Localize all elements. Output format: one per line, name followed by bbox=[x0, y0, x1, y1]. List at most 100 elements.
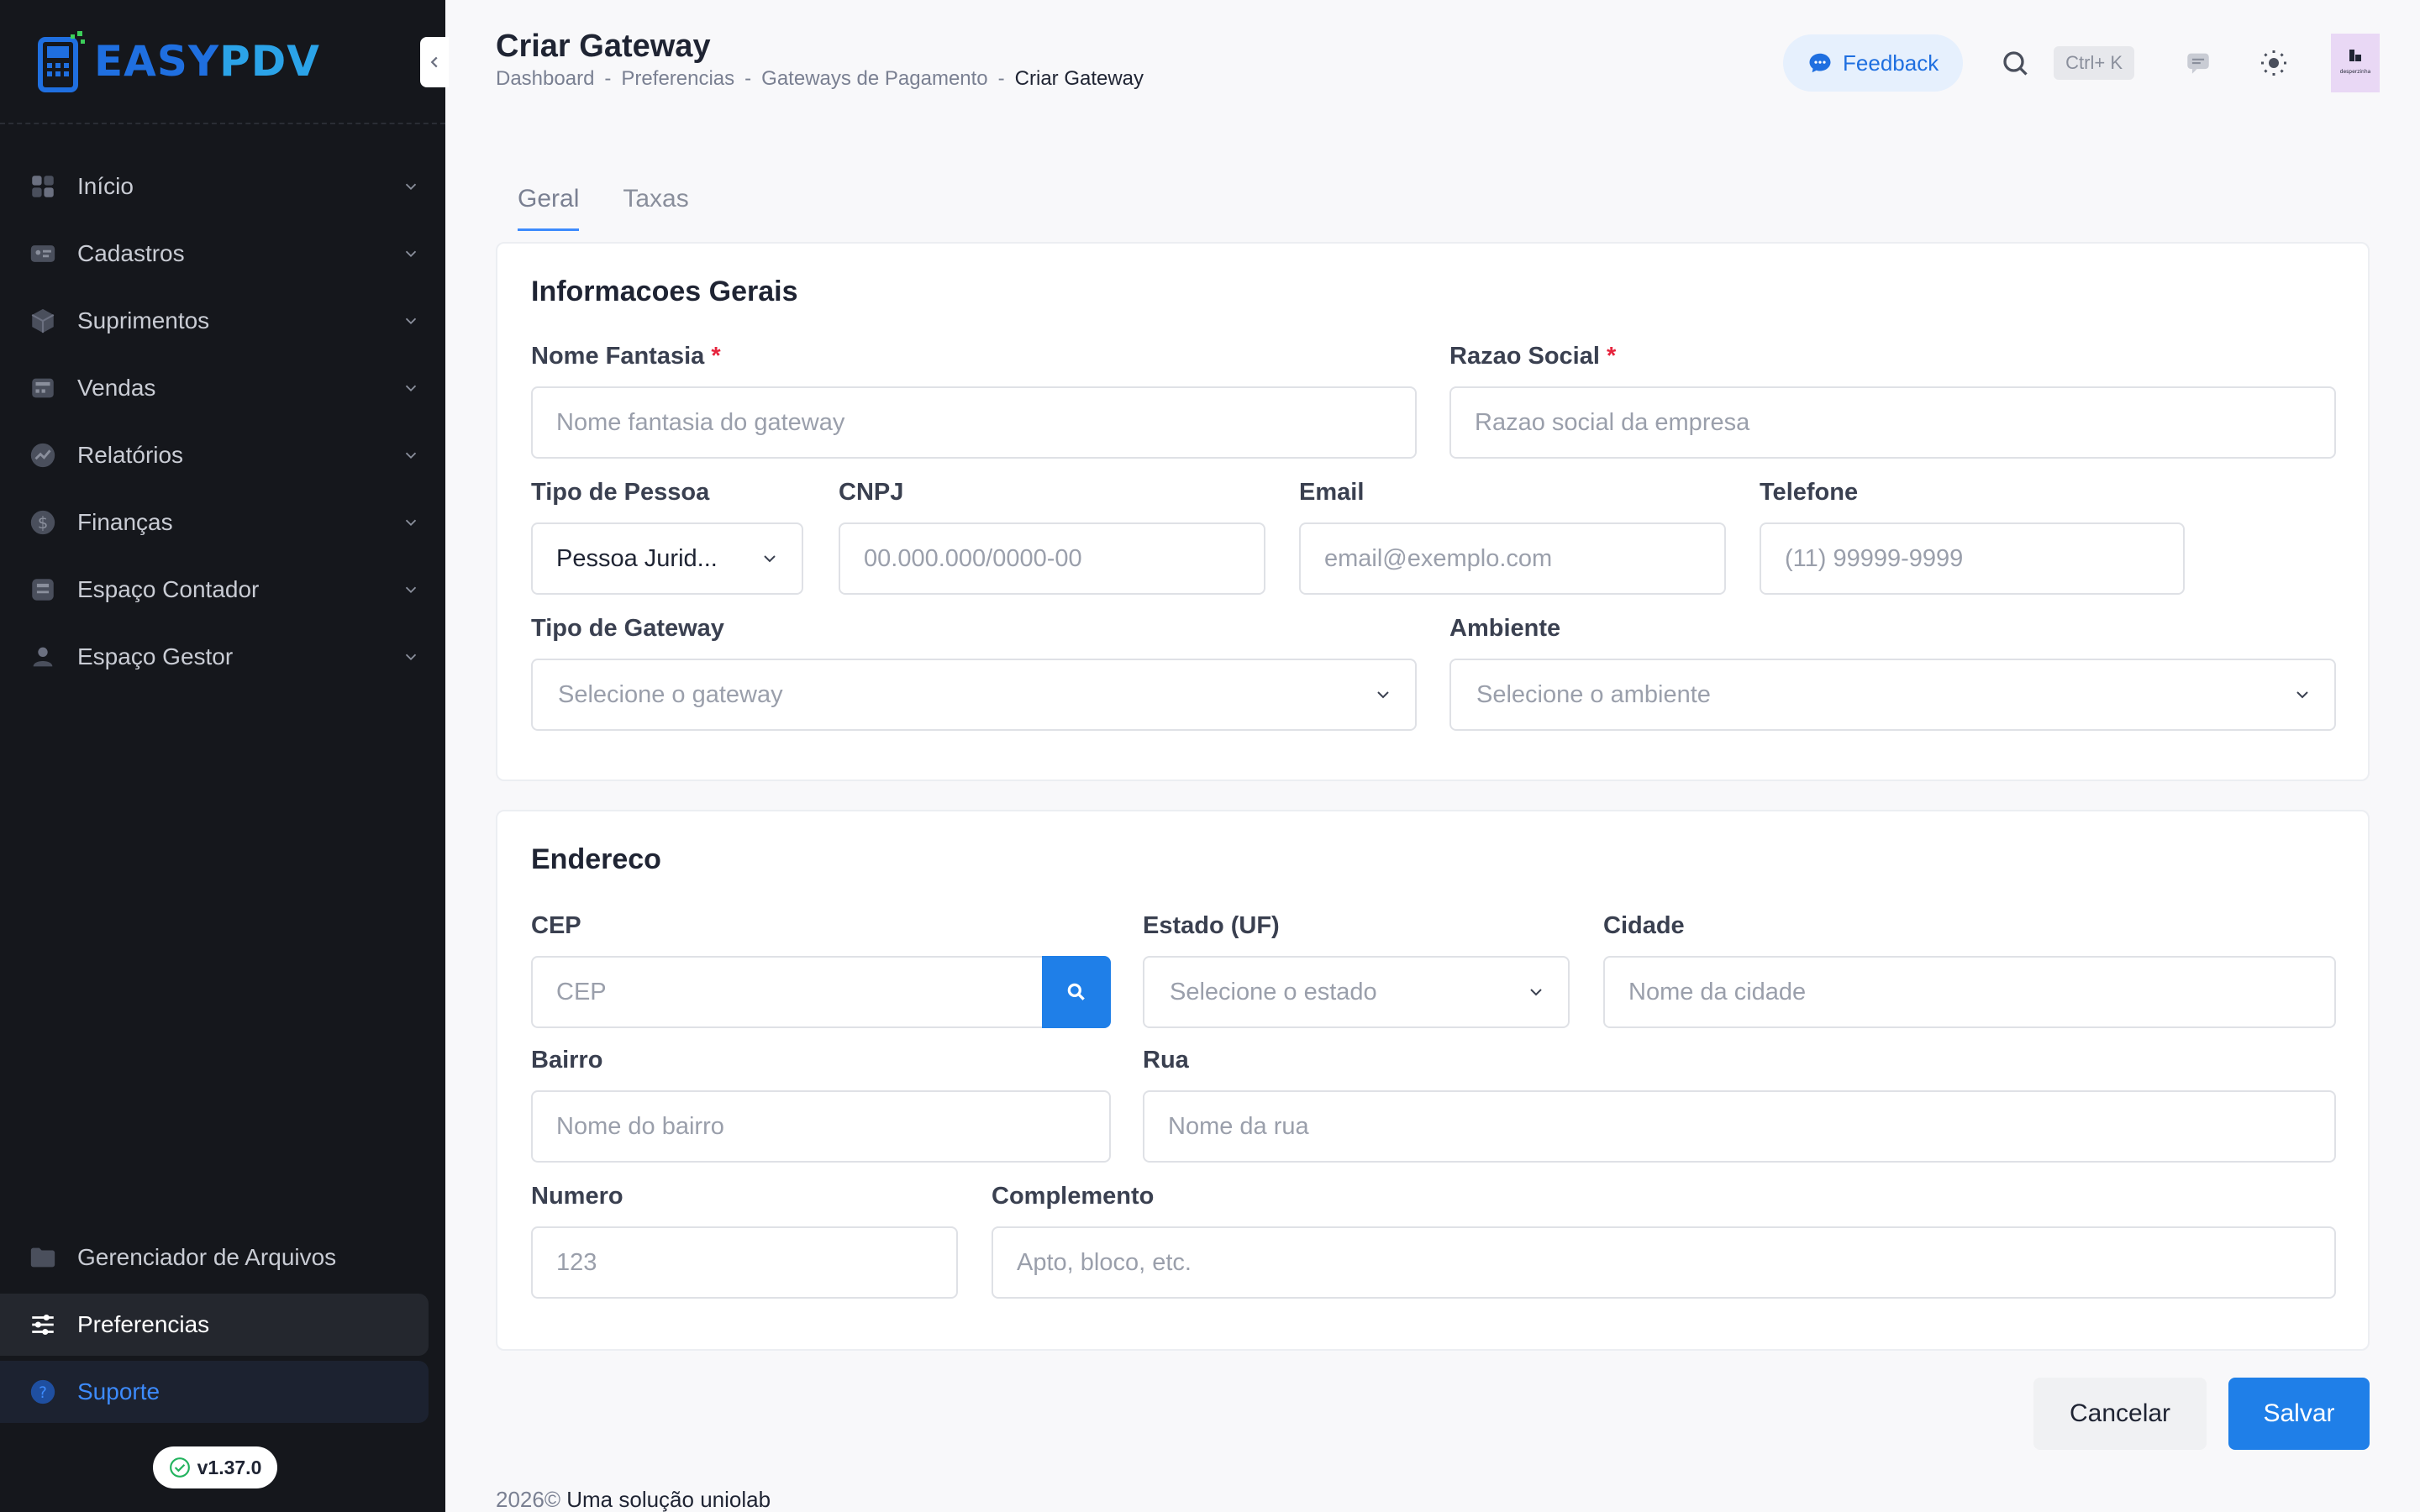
razao-social-input[interactable]: Razao social da empresa bbox=[1449, 386, 2336, 459]
numero-input[interactable]: 123 bbox=[531, 1226, 958, 1299]
box-icon bbox=[29, 307, 57, 335]
sidebar-item-label: Suprimentos bbox=[77, 307, 210, 333]
cnpj-input[interactable]: 00.000.000/0000-00 bbox=[839, 522, 1265, 595]
sidebar-item-label: Finanças bbox=[77, 509, 173, 535]
chevron-down-icon bbox=[405, 318, 417, 325]
breadcrumb-separator: - bbox=[744, 67, 752, 90]
help-icon: ? bbox=[29, 1378, 57, 1406]
register-icon bbox=[29, 374, 57, 402]
sidebar-item-espaco-contador[interactable]: Espaço Contador bbox=[0, 556, 445, 623]
chevron-down-icon bbox=[1530, 989, 1542, 996]
nome-fantasia-input[interactable]: Nome fantasia do gateway bbox=[531, 386, 1417, 459]
message-icon bbox=[2187, 53, 2209, 74]
save-button[interactable]: Salvar bbox=[2228, 1378, 2370, 1450]
svg-text:desperzinha: desperzinha bbox=[2340, 69, 2371, 75]
razao-social-label: Razao Social * bbox=[1449, 343, 1616, 370]
avatar[interactable]: desperzinha bbox=[2331, 34, 2380, 92]
feedback-button[interactable]: Feedback bbox=[1783, 34, 1964, 92]
required-mark: * bbox=[1606, 343, 1617, 370]
breadcrumb-dashboard[interactable]: Dashboard bbox=[496, 67, 594, 91]
sidebar-item-inicio[interactable]: Início bbox=[0, 153, 445, 220]
tab-geral[interactable]: Geral bbox=[518, 185, 580, 231]
select-placeholder: Selecione o estado bbox=[1170, 978, 1377, 1005]
tipo-gateway-select[interactable]: Selecione o gateway bbox=[531, 659, 1417, 731]
sidebar-item-vendas[interactable]: Vendas bbox=[0, 354, 445, 422]
chevron-down-icon bbox=[405, 654, 417, 661]
select-placeholder: Selecione o ambiente bbox=[1476, 680, 1711, 708]
top-header: Criar Gateway Dashboard - Preferencias -… bbox=[445, 0, 2420, 109]
brand-part-easy: EASY bbox=[94, 37, 220, 86]
sidebar-item-financas[interactable]: $ Finanças bbox=[0, 489, 445, 556]
sidebar-bottom-nav: Gerenciador de Arquivos Preferencias ? S… bbox=[0, 1226, 445, 1428]
sidebar-item-gerenciador-arquivos[interactable]: Gerenciador de Arquivos bbox=[0, 1226, 429, 1289]
pos-terminal-icon bbox=[38, 31, 85, 92]
sidebar-item-label: Espaço Contador bbox=[77, 576, 260, 602]
breadcrumb-separator: - bbox=[997, 67, 1005, 90]
telefone-label: Telefone bbox=[1760, 479, 1859, 506]
brand-name: EASYPDV bbox=[94, 37, 320, 86]
sidebar-item-label: Cadastros bbox=[77, 240, 185, 266]
email-label: Email bbox=[1299, 479, 1365, 506]
sidebar-item-label: Preferencias bbox=[77, 1311, 210, 1337]
check-circle-icon bbox=[169, 1457, 190, 1478]
user-pin-icon bbox=[29, 643, 57, 671]
select-placeholder: Selecione o gateway bbox=[558, 680, 783, 708]
breadcrumb-preferencias[interactable]: Preferencias bbox=[621, 67, 734, 91]
version-badge: v1.37.0 bbox=[153, 1446, 277, 1488]
search-button[interactable] bbox=[1996, 45, 2033, 81]
chevron-down-icon bbox=[2296, 691, 2308, 699]
sidebar-item-label: Início bbox=[77, 173, 134, 199]
id-card-icon bbox=[29, 239, 57, 268]
chat-bubble-icon bbox=[1809, 53, 1831, 73]
chevron-down-icon bbox=[405, 183, 417, 191]
estado-select[interactable]: Selecione o estado bbox=[1143, 956, 1570, 1028]
chevron-down-icon bbox=[405, 586, 417, 594]
sidebar-item-suprimentos[interactable]: Suprimentos bbox=[0, 287, 445, 354]
chevron-down-icon bbox=[405, 519, 417, 527]
sidebar-item-suporte[interactable]: ? Suporte bbox=[0, 1361, 429, 1423]
bairro-input[interactable]: Nome do bairro bbox=[531, 1090, 1111, 1163]
label-text: Nome Fantasia bbox=[531, 343, 705, 370]
sun-icon bbox=[2261, 50, 2286, 76]
sidebar-item-relatorios[interactable]: Relatórios bbox=[0, 422, 445, 489]
shortcut-hint: Ctrl+ K bbox=[2054, 46, 2134, 80]
ambiente-select[interactable]: Selecione o ambiente bbox=[1449, 659, 2336, 731]
numero-label: Numero bbox=[531, 1183, 623, 1210]
tipo-pessoa-select[interactable]: Pessoa Jurid... bbox=[531, 522, 803, 595]
sidebar-item-label: Espaço Gestor bbox=[77, 643, 234, 669]
address-card: Endereco CEP CEP Estado (UF) Selecione o… bbox=[496, 810, 2370, 1351]
search-icon bbox=[2003, 51, 2028, 76]
footer-year: 2026© bbox=[496, 1487, 560, 1512]
sidebar-item-cadastros[interactable]: Cadastros bbox=[0, 220, 445, 287]
page-title: Criar Gateway bbox=[496, 29, 711, 64]
email-input[interactable]: email@exemplo.com bbox=[1299, 522, 1726, 595]
required-mark: * bbox=[711, 343, 721, 370]
section-title: Endereco bbox=[531, 843, 661, 875]
cidade-input[interactable]: Nome da cidade bbox=[1603, 956, 2336, 1028]
telefone-input[interactable]: (11) 99999-9999 bbox=[1760, 522, 2185, 595]
sidebar-item-espaco-gestor[interactable]: Espaço Gestor bbox=[0, 623, 445, 690]
breadcrumb-gateways[interactable]: Gateways de Pagamento bbox=[761, 67, 988, 91]
sidebar-item-preferencias[interactable]: Preferencias bbox=[0, 1294, 429, 1356]
messages-button[interactable] bbox=[2180, 45, 2217, 81]
brand: EASYPDV bbox=[0, 0, 445, 124]
tabs: Geral Taxas bbox=[518, 185, 689, 231]
rua-input[interactable]: Nome da rua bbox=[1143, 1090, 2336, 1163]
rua-label: Rua bbox=[1143, 1047, 1189, 1074]
cep-search-button[interactable] bbox=[1042, 956, 1111, 1028]
cancel-button[interactable]: Cancelar bbox=[2033, 1378, 2207, 1450]
select-value: Pessoa Jurid... bbox=[556, 544, 718, 572]
cep-input[interactable]: CEP bbox=[531, 956, 1044, 1028]
folder-icon bbox=[29, 1243, 57, 1272]
tab-taxas[interactable]: Taxas bbox=[623, 185, 688, 231]
complemento-label: Complemento bbox=[992, 1183, 1155, 1210]
theme-toggle[interactable] bbox=[2255, 45, 2292, 81]
footer-text: Uma solução uniolab bbox=[566, 1487, 771, 1512]
collapse-sidebar-button[interactable] bbox=[420, 37, 449, 87]
sidebar-item-label: Vendas bbox=[77, 375, 156, 401]
chevron-left-icon bbox=[430, 56, 438, 68]
label-text: Razao Social bbox=[1449, 343, 1600, 370]
complemento-input[interactable]: Apto, bloco, etc. bbox=[992, 1226, 2336, 1299]
feedback-label: Feedback bbox=[1843, 50, 1939, 76]
brand-logo[interactable]: EASYPDV bbox=[37, 29, 320, 93]
